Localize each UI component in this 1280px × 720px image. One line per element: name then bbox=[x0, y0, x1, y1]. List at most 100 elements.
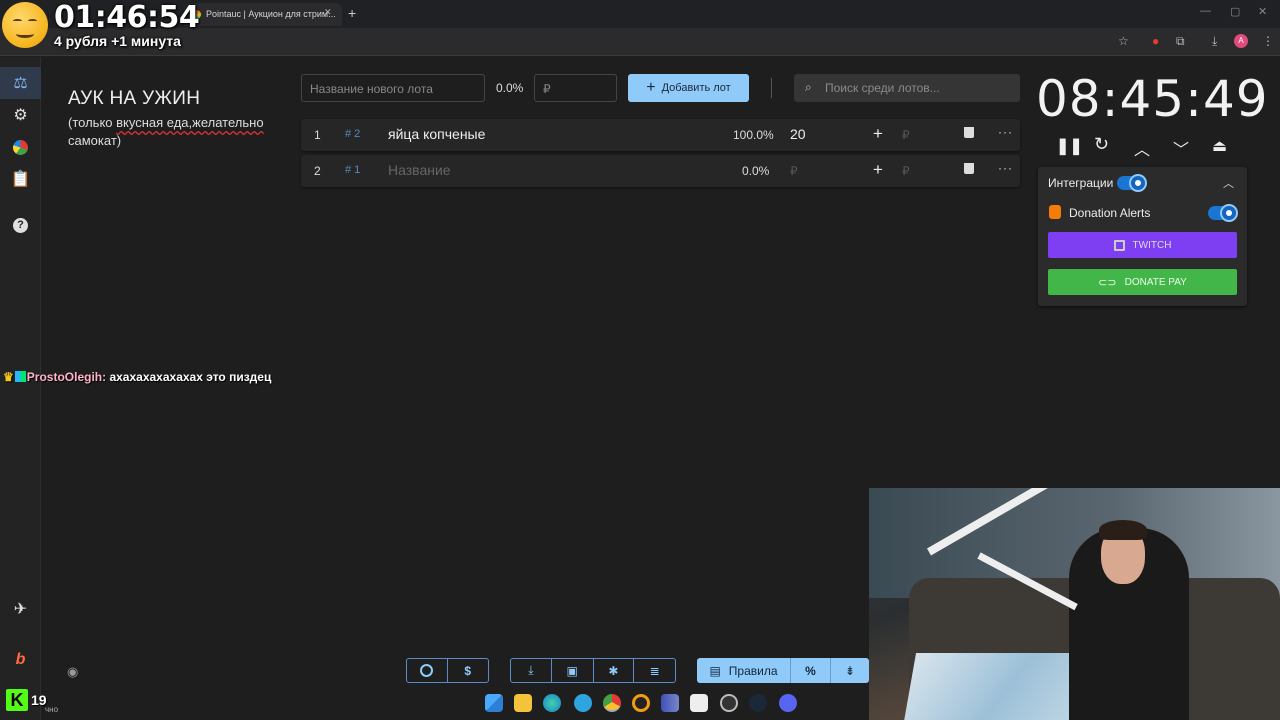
add-lot-button[interactable]: + Добавить лот bbox=[628, 74, 749, 102]
telegram-taskbar-icon[interactable] bbox=[574, 694, 592, 712]
tab-close-icon[interactable]: ✕ bbox=[324, 7, 332, 18]
lot-row[interactable]: 2 # 1 Название 0.0% ₽ + ₽ ··· bbox=[301, 155, 1020, 187]
donatepay-label: DONATE PAY bbox=[1124, 276, 1187, 288]
add-amount-plus-icon[interactable]: + bbox=[873, 124, 883, 144]
sidebar-item-auction[interactable]: ⚖ bbox=[0, 67, 41, 99]
lot-amount[interactable]: 20 bbox=[790, 126, 806, 142]
file-explorer-icon[interactable] bbox=[514, 694, 532, 712]
telegram-icon: ✈ bbox=[13, 601, 28, 618]
steam-icon[interactable] bbox=[749, 694, 767, 712]
search-icon: ⌕ bbox=[805, 80, 812, 94]
donation-alerts-toggle[interactable] bbox=[1208, 204, 1238, 222]
save-icon: ▣ bbox=[566, 663, 578, 678]
report-bug-button[interactable]: ✱ bbox=[594, 659, 635, 682]
gear-icon: ⚙ bbox=[13, 107, 28, 124]
twitch-label: TWITCH bbox=[1132, 239, 1172, 251]
clock-app-icon[interactable] bbox=[720, 694, 738, 712]
eye-icon[interactable]: ◉ bbox=[67, 664, 78, 680]
speed-up-button[interactable]: ⏏ bbox=[1212, 136, 1227, 156]
add-amount-plus-icon[interactable]: + bbox=[873, 160, 883, 180]
document-app-icon[interactable] bbox=[690, 694, 708, 712]
start-windows-icon[interactable] bbox=[485, 694, 503, 712]
discord-icon[interactable] bbox=[779, 694, 797, 712]
kick-logo-icon: K bbox=[6, 689, 28, 711]
delete-lot-button[interactable] bbox=[964, 163, 974, 177]
window-close-icon[interactable]: ✕ bbox=[1258, 5, 1267, 18]
profile-avatar[interactable]: A bbox=[1234, 34, 1248, 48]
file-toolbar: ⤓ ▣ ✱ ≣ bbox=[510, 658, 676, 683]
sidebar: ⚖ ⚙ 📋 ? ✈ b bbox=[0, 57, 41, 720]
new-tab-button[interactable]: + bbox=[348, 5, 356, 21]
integrations-toggle[interactable] bbox=[1117, 174, 1147, 192]
sidebar-item-stats[interactable] bbox=[0, 131, 41, 163]
rules-button[interactable]: ▤ Правила bbox=[697, 658, 791, 683]
description-text: (только bbox=[68, 115, 117, 130]
pause-button[interactable]: ❚❚ bbox=[1056, 136, 1083, 156]
clear-lots-button[interactable]: ≣ bbox=[634, 659, 675, 682]
increase-time-button[interactable]: ︿ bbox=[1134, 136, 1150, 160]
lot-amount[interactable]: ₽ bbox=[790, 164, 798, 178]
lot-id[interactable]: # 2 bbox=[345, 128, 360, 140]
extension-red-icon[interactable]: ● bbox=[1152, 34, 1159, 48]
new-lot-amount-input[interactable]: ₽ bbox=[534, 74, 617, 102]
analytics-app-icon[interactable] bbox=[661, 694, 679, 712]
boosty-icon: b bbox=[15, 651, 26, 668]
donation-alerts-logo-icon bbox=[1049, 205, 1061, 219]
collapse-chevron-icon[interactable]: ︿ bbox=[1223, 175, 1234, 191]
lot-search-placeholder: Поиск среди лотов... bbox=[825, 81, 940, 95]
auction-title[interactable]: АУК НА УЖИН bbox=[68, 88, 200, 110]
description-text-end: самокат) bbox=[68, 133, 122, 148]
browser-tab-active[interactable]: Pointauc | Аукцион для стрим... bbox=[184, 3, 342, 26]
obs-app-icon[interactable] bbox=[632, 694, 650, 712]
twitch-connect-button[interactable]: TWITCH bbox=[1048, 232, 1237, 258]
sidebar-item-boosty[interactable]: b bbox=[0, 644, 41, 676]
clipboard-icon: 📋 bbox=[10, 171, 31, 188]
pause-icon: ❚❚ bbox=[1056, 138, 1083, 155]
new-lot-name-input[interactable]: Название нового лота bbox=[301, 74, 485, 102]
percent-toggle-button[interactable]: % bbox=[791, 658, 831, 683]
overlay-subtitle: 4 рубля +1 минута bbox=[54, 33, 181, 49]
smiling-emoji-icon bbox=[2, 2, 48, 48]
lot-more-button[interactable]: ··· bbox=[998, 161, 1013, 175]
extensions-puzzle-icon[interactable]: ⧉ bbox=[1176, 34, 1185, 49]
lot-search-input[interactable]: ⌕ Поиск среди лотов... bbox=[794, 74, 1020, 102]
chat-message: ♛ ProstoOlegih: ахахахахахахах это пиздец bbox=[3, 370, 271, 384]
sidebar-item-telegram[interactable]: ✈ bbox=[0, 593, 41, 625]
lot-name[interactable]: Название bbox=[388, 162, 451, 178]
webcam-feed bbox=[869, 488, 1280, 720]
maximize-icon[interactable]: ▢ bbox=[1230, 5, 1240, 18]
bug-icon: ✱ bbox=[608, 663, 619, 678]
github-icon bbox=[420, 664, 434, 677]
reset-timer-button[interactable]: ↻ bbox=[1094, 134, 1109, 155]
add-amount-input[interactable]: ₽ bbox=[902, 164, 910, 178]
sidebar-item-help[interactable]: ? bbox=[0, 209, 41, 241]
lot-row[interactable]: 1 # 2 яйца копченые 100.0% 20 + ₽ ··· bbox=[301, 119, 1020, 151]
downloads-icon[interactable]: ⤓ bbox=[1212, 34, 1217, 49]
bookmark-star-icon[interactable]: ☆ bbox=[1118, 34, 1129, 48]
github-button[interactable] bbox=[407, 659, 448, 682]
add-lot-label: Добавить лот bbox=[661, 82, 731, 94]
lot-index: 2 bbox=[314, 164, 321, 178]
save-button[interactable]: ▣ bbox=[552, 659, 594, 682]
donatepay-connect-button[interactable]: ⊂⊃ DONATE PAY bbox=[1048, 269, 1237, 295]
browser-menu-icon[interactable]: ⋮ bbox=[1262, 34, 1274, 48]
lot-name[interactable]: яйца копченые bbox=[388, 126, 485, 142]
sidebar-item-settings[interactable]: ⚙ bbox=[0, 99, 41, 131]
lot-more-button[interactable]: ··· bbox=[998, 125, 1013, 139]
donate-button[interactable]: $ bbox=[448, 659, 489, 682]
delete-lot-button[interactable] bbox=[964, 127, 974, 141]
auction-description[interactable]: (только вкусная еда,желательно самокат) bbox=[68, 114, 278, 150]
sidebar-item-history[interactable]: 📋 bbox=[0, 163, 41, 195]
add-amount-input[interactable]: ₽ bbox=[902, 128, 910, 142]
reset-icon: ↻ bbox=[1094, 134, 1110, 154]
crown-badge-icon: ♛ bbox=[3, 370, 14, 384]
chrome-icon[interactable] bbox=[603, 694, 621, 712]
rules-toolbar: ▤ Правила % ⇟ bbox=[697, 658, 869, 683]
import-button[interactable]: ⤓ bbox=[511, 659, 552, 682]
decrease-time-button[interactable]: ﹀ bbox=[1173, 136, 1189, 160]
lot-id[interactable]: # 1 bbox=[345, 164, 360, 176]
lot-percent: 0.0% bbox=[742, 164, 770, 178]
edge-icon[interactable] bbox=[543, 694, 561, 712]
minimize-icon[interactable]: — bbox=[1200, 5, 1211, 17]
compact-view-button[interactable]: ⇟ bbox=[831, 658, 869, 683]
